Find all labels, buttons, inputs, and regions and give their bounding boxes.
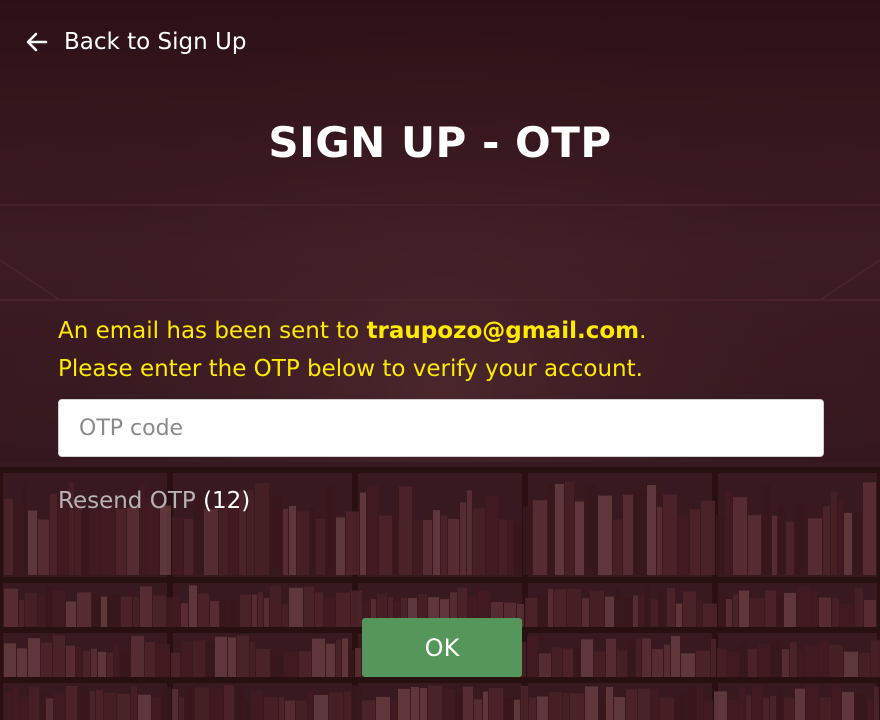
email-address: traupozo@gmail.com xyxy=(366,318,640,344)
verify-instruction-line: Please enter the OTP below to verify you… xyxy=(58,356,643,382)
resend-countdown: (12) xyxy=(203,488,251,514)
ok-button[interactable]: OK xyxy=(362,618,522,677)
resend-otp: Resend OTP (12) xyxy=(58,488,250,514)
arrow-left-icon xyxy=(26,32,48,52)
resend-otp-link[interactable]: Resend OTP xyxy=(58,488,196,514)
otp-instructions: An email has been sent to traupozo@gmail… xyxy=(58,312,838,388)
back-to-signup-link[interactable]: Back to Sign Up xyxy=(24,26,246,58)
otp-code-input[interactable] xyxy=(58,399,824,457)
email-sent-line: An email has been sent to traupozo@gmail… xyxy=(58,318,647,344)
back-link-label: Back to Sign Up xyxy=(64,29,247,55)
page-title: SIGN UP - OTP xyxy=(268,118,612,167)
